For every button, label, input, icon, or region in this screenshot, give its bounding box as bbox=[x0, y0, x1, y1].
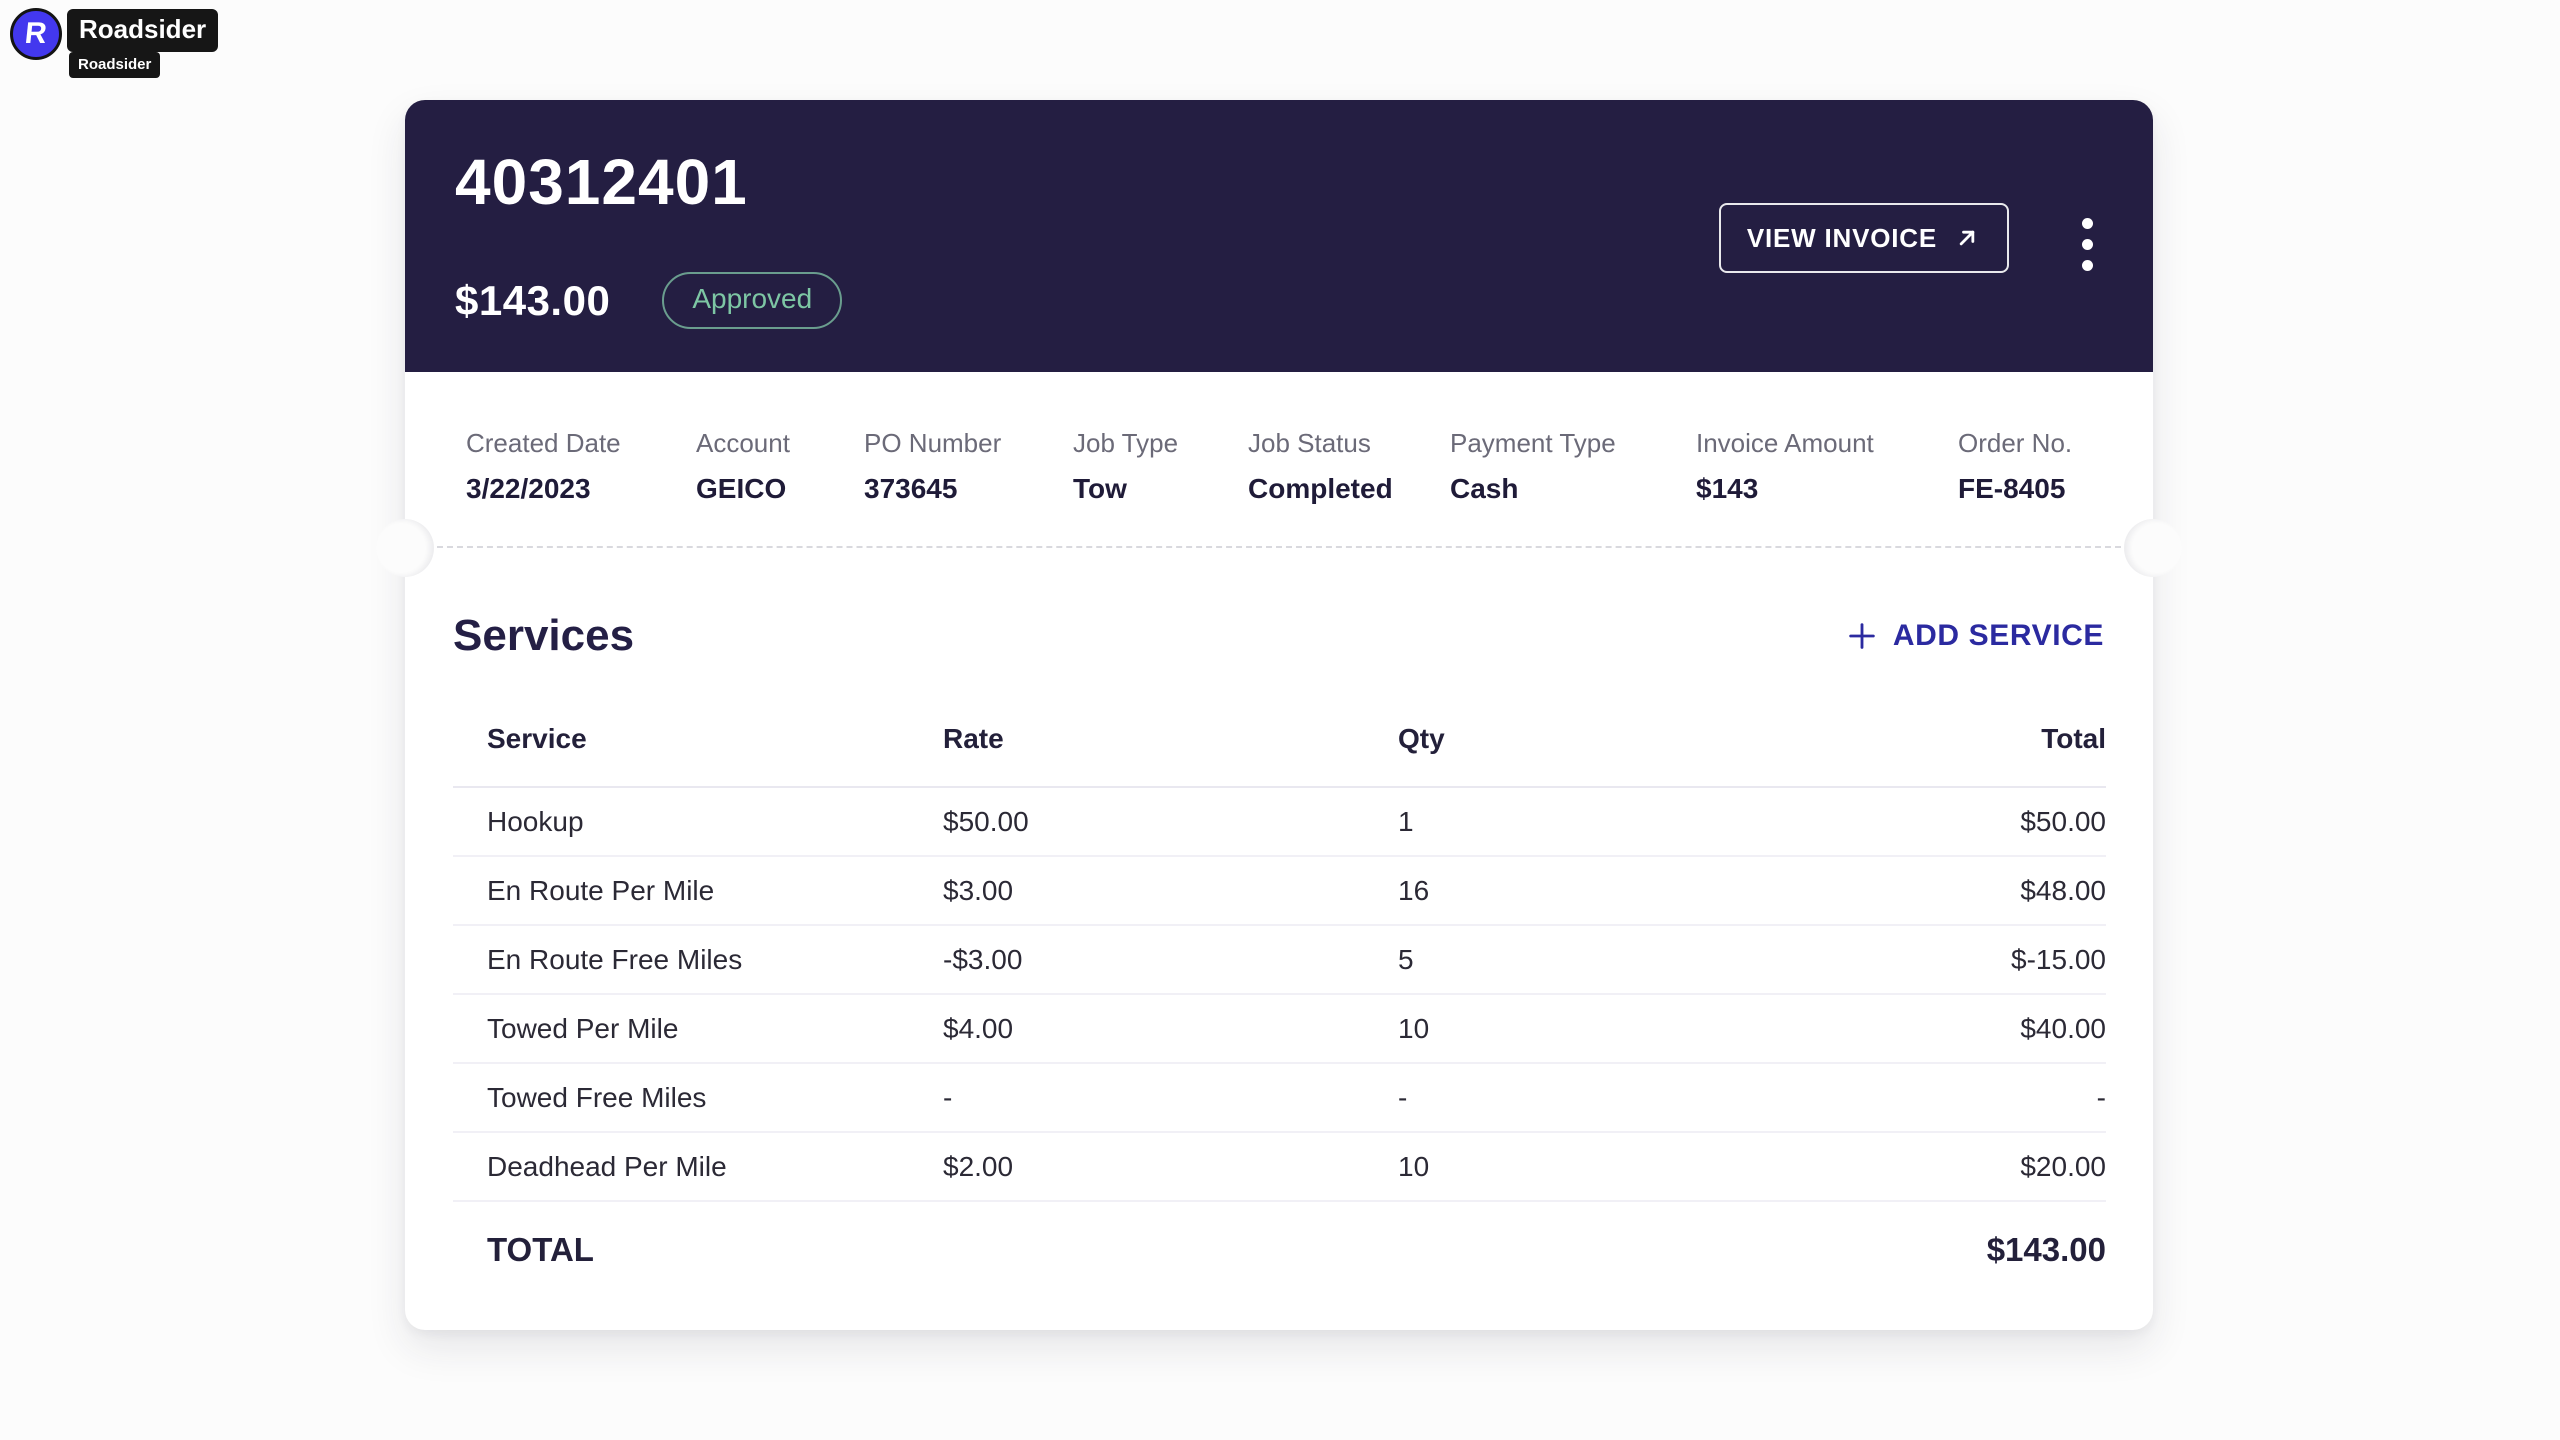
meta-label: PO Number bbox=[864, 428, 1073, 459]
meta-job-status: Job Status Completed bbox=[1248, 428, 1450, 505]
col-header-qty: Qty bbox=[1398, 723, 1748, 755]
services-table-header: Service Rate Qty Total bbox=[453, 692, 2106, 788]
col-header-service: Service bbox=[453, 723, 943, 755]
meta-value: FE-8405 bbox=[1958, 473, 2072, 505]
view-invoice-label: VIEW INVOICE bbox=[1747, 223, 1937, 254]
cell-total: - bbox=[1748, 1082, 2106, 1114]
meta-label: Job Status bbox=[1248, 428, 1450, 459]
cell-total: $50.00 bbox=[1748, 806, 2106, 838]
meta-value: Cash bbox=[1450, 473, 1696, 505]
cell-rate: -$3.00 bbox=[943, 944, 1398, 976]
cell-service: Towed Per Mile bbox=[453, 1013, 943, 1045]
table-row: En Route Per Mile $3.00 16 $48.00 bbox=[453, 857, 2106, 926]
ticket-notch-right bbox=[2124, 519, 2182, 577]
roadsider-logo-icon[interactable]: R bbox=[10, 8, 62, 60]
cell-service: En Route Per Mile bbox=[453, 875, 943, 907]
ticket-dashed-divider bbox=[437, 546, 2121, 548]
more-options-button[interactable] bbox=[2078, 214, 2097, 275]
meta-value: GEICO bbox=[696, 473, 864, 505]
table-row: Towed Free Miles - - - bbox=[453, 1064, 2106, 1133]
tooltip-title: Roadsider bbox=[67, 9, 218, 52]
meta-value: $143 bbox=[1696, 473, 1958, 505]
meta-invoice-amount: Invoice Amount $143 bbox=[1696, 428, 1958, 505]
ticket-notch-left bbox=[376, 519, 434, 577]
cell-qty: 10 bbox=[1398, 1151, 1748, 1183]
table-total-row: TOTAL $143.00 bbox=[453, 1202, 2106, 1298]
meta-label: Created Date bbox=[466, 428, 696, 459]
cell-total: $48.00 bbox=[1748, 875, 2106, 907]
services-section: Services ADD SERVICE Service Rate Qty To… bbox=[405, 548, 2153, 1298]
tooltip-subtitle: Roadsider bbox=[69, 52, 160, 78]
meta-order-no: Order No. FE-8405 bbox=[1958, 428, 2072, 505]
meta-payment-type: Payment Type Cash bbox=[1450, 428, 1696, 505]
add-service-label: ADD SERVICE bbox=[1893, 619, 2104, 653]
kebab-dot bbox=[2082, 239, 2093, 250]
meta-account: Account GEICO bbox=[696, 428, 864, 505]
meta-created-date: Created Date 3/22/2023 bbox=[466, 428, 696, 505]
meta-label: Account bbox=[696, 428, 864, 459]
cell-qty: 16 bbox=[1398, 875, 1748, 907]
meta-label: Payment Type bbox=[1450, 428, 1696, 459]
cell-service: Hookup bbox=[453, 806, 943, 838]
table-row: Hookup $50.00 1 $50.00 bbox=[453, 788, 2106, 857]
table-row: En Route Free Miles -$3.00 5 $-15.00 bbox=[453, 926, 2106, 995]
cell-qty: - bbox=[1398, 1082, 1748, 1114]
cell-rate: $50.00 bbox=[943, 806, 1398, 838]
order-meta-section: Created Date 3/22/2023 Account GEICO PO … bbox=[405, 372, 2153, 548]
meta-label: Job Type bbox=[1073, 428, 1248, 459]
cell-rate: $3.00 bbox=[943, 875, 1398, 907]
cell-qty: 1 bbox=[1398, 806, 1748, 838]
status-badge: Approved bbox=[662, 272, 842, 329]
cell-qty: 10 bbox=[1398, 1013, 1748, 1045]
table-row: Deadhead Per Mile $2.00 10 $20.00 bbox=[453, 1133, 2106, 1202]
meta-value: Tow bbox=[1073, 473, 1248, 505]
cell-total: $40.00 bbox=[1748, 1013, 2106, 1045]
order-card-header: 40312401 $143.00 Approved VIEW INVOICE bbox=[405, 100, 2153, 372]
meta-job-type: Job Type Tow bbox=[1073, 428, 1248, 505]
view-invoice-button[interactable]: VIEW INVOICE bbox=[1719, 203, 2009, 273]
meta-value: Completed bbox=[1248, 473, 1450, 505]
meta-label: Order No. bbox=[1958, 428, 2072, 459]
meta-value: 3/22/2023 bbox=[466, 473, 696, 505]
services-title: Services bbox=[453, 610, 634, 662]
cell-rate: $2.00 bbox=[943, 1151, 1398, 1183]
cell-total: $-15.00 bbox=[1748, 944, 2106, 976]
cell-qty: 5 bbox=[1398, 944, 1748, 976]
meta-value: 373645 bbox=[864, 473, 1073, 505]
services-table: Service Rate Qty Total Hookup $50.00 1 $… bbox=[453, 692, 2106, 1298]
total-value: $143.00 bbox=[1748, 1231, 2106, 1269]
plus-icon bbox=[1845, 619, 1879, 653]
total-label: TOTAL bbox=[453, 1231, 943, 1269]
add-service-button[interactable]: ADD SERVICE bbox=[1843, 613, 2106, 659]
logo-letter: R bbox=[24, 19, 49, 49]
table-row: Towed Per Mile $4.00 10 $40.00 bbox=[453, 995, 2106, 1064]
meta-po-number: PO Number 373645 bbox=[864, 428, 1073, 505]
meta-label: Invoice Amount bbox=[1696, 428, 1958, 459]
cell-total: $20.00 bbox=[1748, 1151, 2106, 1183]
cell-rate: $4.00 bbox=[943, 1013, 1398, 1045]
cell-service: En Route Free Miles bbox=[453, 944, 943, 976]
cell-service: Towed Free Miles bbox=[453, 1082, 943, 1114]
order-card: 40312401 $143.00 Approved VIEW INVOICE C… bbox=[405, 100, 2153, 1330]
order-amount: $143.00 bbox=[455, 277, 610, 325]
cell-service: Deadhead Per Mile bbox=[453, 1151, 943, 1183]
kebab-dot bbox=[2082, 218, 2093, 229]
cell-rate: - bbox=[943, 1082, 1398, 1114]
col-header-rate: Rate bbox=[943, 723, 1398, 755]
col-header-total: Total bbox=[1748, 723, 2106, 755]
external-link-icon bbox=[1953, 224, 1981, 252]
kebab-dot bbox=[2082, 260, 2093, 271]
